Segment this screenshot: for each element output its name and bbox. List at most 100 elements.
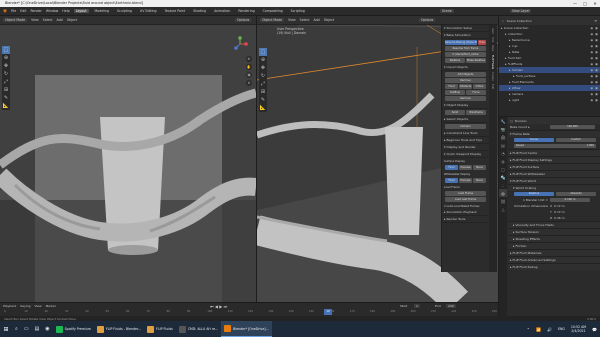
- navigation-gizmo-icon[interactable]: [232, 36, 248, 52]
- render-properties-icon[interactable]: 📷: [499, 125, 507, 133]
- scene-properties-icon[interactable]: ◔: [499, 149, 507, 157]
- panel-header-simulation-setup[interactable]: ▾ Simulation Setup: [442, 25, 489, 32]
- scaling-absolute-button[interactable]: Absolute: [556, 192, 596, 196]
- resume-from-frame-field[interactable]: Resume from frame: [445, 46, 486, 51]
- expand-arrow-icon[interactable]: ▸: [509, 98, 511, 102]
- world-properties-icon[interactable]: ◍: [499, 157, 507, 165]
- render-camera-icon[interactable]: ▣: [595, 32, 598, 36]
- bake-count-field[interactable]: 100,000: [550, 125, 595, 129]
- panel-friction[interactable]: ▸ Friction: [508, 242, 600, 249]
- menu-view[interactable]: View: [288, 18, 296, 22]
- menu-object[interactable]: Object: [324, 18, 334, 22]
- expand-arrow-icon[interactable]: ▸: [505, 62, 507, 66]
- expand-arrow-icon[interactable]: ▸: [501, 26, 503, 30]
- modifier-properties-icon[interactable]: 🔩: [499, 173, 507, 181]
- sidebar-tab-edit[interactable]: Edit: [491, 84, 495, 89]
- view-layer-selector[interactable]: View Layer: [510, 9, 532, 13]
- taskbar-app-button[interactable]: CMD: ALLU AH re...: [176, 321, 221, 337]
- constraint-properties-icon[interactable]: ⛓: [499, 197, 507, 205]
- surface-preview-button[interactable]: Preview: [459, 165, 472, 170]
- menu-edit[interactable]: Edit: [20, 9, 26, 13]
- visibility-eye-icon[interactable]: ◉: [591, 50, 594, 54]
- render-camera-icon[interactable]: ▣: [595, 98, 598, 102]
- panel-viscosity[interactable]: ▸ Viscosity and Force Fields: [508, 221, 600, 228]
- solid-display-button[interactable]: Solid: [445, 110, 465, 115]
- panel-header-quick-viewport-display[interactable]: ▾ Quick Viewport Display: [442, 151, 489, 158]
- language-indicator[interactable]: ENG: [555, 321, 568, 337]
- menu-object[interactable]: Object: [67, 18, 77, 22]
- panel-header-constraint-line-tools[interactable]: ▸ Constraint Line Tools: [442, 130, 489, 137]
- load-last-frame-button[interactable]: Load Last Frame: [445, 197, 486, 202]
- panel-flip-fluid-materials[interactable]: ▸ FLIP Fluid Materials: [508, 249, 600, 256]
- panel-flip-fluid-cache[interactable]: ▸ FLIP Fluid Cache: [508, 149, 600, 156]
- workspace-tab-compositing[interactable]: Compositing: [261, 9, 285, 13]
- annotate-tool-icon[interactable]: ✎: [259, 96, 267, 104]
- panel-flip-fluid-surface[interactable]: ▸ FLIP Fluid Surface: [508, 163, 600, 170]
- select-tool-icon[interactable]: ⬚: [259, 48, 267, 56]
- play-controls-icon[interactable]: ⏮ ◀ ▶ ⏭: [210, 304, 227, 309]
- workspace-tab-layout[interactable]: Layout: [73, 9, 89, 13]
- transform-tool-icon[interactable]: ⊞: [259, 88, 267, 96]
- panel-header-object-display[interactable]: ▾ Object Display: [442, 102, 489, 109]
- minimize-button[interactable]: —: [570, 0, 580, 7]
- render-camera-icon[interactable]: ▣: [595, 68, 598, 72]
- visibility-eye-icon[interactable]: ◉: [591, 56, 594, 60]
- clock[interactable]: 10:52 AM 2/4/2021: [568, 321, 589, 337]
- menu-render[interactable]: Render: [30, 9, 41, 13]
- sidebar-tab-view[interactable]: View: [491, 45, 495, 51]
- visibility-eye-icon[interactable]: ◉: [591, 38, 594, 42]
- grid-icon[interactable]: #: [246, 80, 252, 86]
- render-camera-icon[interactable]: ▣: [595, 86, 598, 90]
- annotate-tool-icon[interactable]: ✎: [2, 94, 10, 102]
- network-icon[interactable]: 📶: [533, 321, 544, 337]
- workspace-tab-rendering[interactable]: Rendering: [236, 9, 256, 13]
- scene-selector[interactable]: Scene: [440, 9, 454, 13]
- volume-icon[interactable]: 🔊: [544, 321, 555, 337]
- free-bake-button[interactable]: Free: [478, 40, 486, 45]
- speed-field[interactable]: Speed 1.000: [514, 144, 596, 148]
- outflow-type-button[interactable]: Outflow: [445, 90, 465, 95]
- panel-flip-fluid-whitewater[interactable]: ▸ FLIP Fluid Whitewater: [508, 170, 600, 177]
- menu-select[interactable]: Select: [43, 18, 53, 22]
- panel-flip-fluid-display[interactable]: ▸ FLIP Fluid Display Settings: [508, 156, 600, 163]
- panel-flip-fluid-debug[interactable]: ▸ FLIP Fluid Debug: [508, 263, 600, 270]
- sidebar-tab-create[interactable]: Create: [491, 72, 495, 81]
- visibility-eye-icon[interactable]: ◉: [591, 26, 594, 30]
- expand-arrow-icon[interactable]: ▸: [505, 56, 507, 60]
- menu-select[interactable]: Select: [300, 18, 310, 22]
- close-button[interactable]: ✕: [590, 0, 600, 7]
- options-dropdown[interactable]: Options: [235, 18, 252, 22]
- workspace-tab-shading[interactable]: Shading: [191, 9, 208, 13]
- menu-window[interactable]: Window: [46, 9, 59, 13]
- transform-tool-icon[interactable]: ⊞: [2, 86, 10, 94]
- pan-hand-icon[interactable]: ✋: [246, 64, 252, 70]
- rotate-tool-icon[interactable]: ↻: [2, 70, 10, 78]
- whitewater-preview-button[interactable]: Preview: [459, 178, 472, 183]
- cache-path-field[interactable]: C:\Users\fluid_cache: [445, 52, 486, 57]
- make-relative-button[interactable]: Make Relative: [466, 58, 486, 63]
- surface-final-button[interactable]: Final: [445, 165, 458, 170]
- data-properties-icon[interactable]: △: [499, 205, 507, 213]
- keying-menu[interactable]: Keying: [20, 304, 30, 308]
- whitewater-none-button[interactable]: None: [473, 178, 486, 183]
- panel-header-simulation-playback[interactable]: ▸ Simulation Playback: [442, 209, 489, 216]
- output-properties-icon[interactable]: 🖨: [499, 133, 507, 141]
- camera-view-icon[interactable]: ▣: [246, 72, 252, 78]
- panel-surface-tension[interactable]: ▸ Surface Tension: [508, 228, 600, 235]
- visibility-eye-icon[interactable]: ◉: [591, 86, 594, 90]
- expand-arrow-icon[interactable]: ▸: [505, 32, 507, 36]
- outliner-search-icon[interactable]: ⌕: [502, 19, 504, 23]
- taskbar-app-button[interactable]: FLIP Fluids - Blender...: [94, 321, 144, 337]
- browser-icon[interactable]: ◉: [42, 321, 52, 337]
- scaling-relative-button[interactable]: Relative: [514, 192, 554, 196]
- panel-header-bake-simulation[interactable]: ▾ Bake Simulation: [442, 32, 489, 39]
- expand-arrow-icon[interactable]: ▸: [513, 74, 515, 78]
- visibility-eye-icon[interactable]: ◉: [591, 44, 594, 48]
- taskbar-app-button[interactable]: Spotify Premium: [53, 321, 94, 337]
- fluid-type-button[interactable]: Fluid: [445, 84, 458, 89]
- search-icon[interactable]: ⌕: [12, 321, 21, 337]
- render-camera-icon[interactable]: ▣: [595, 44, 598, 48]
- render-camera-icon[interactable]: ▣: [595, 74, 598, 78]
- render-camera-icon[interactable]: ▣: [595, 56, 598, 60]
- add-objects-button[interactable]: Add Objects: [445, 72, 486, 77]
